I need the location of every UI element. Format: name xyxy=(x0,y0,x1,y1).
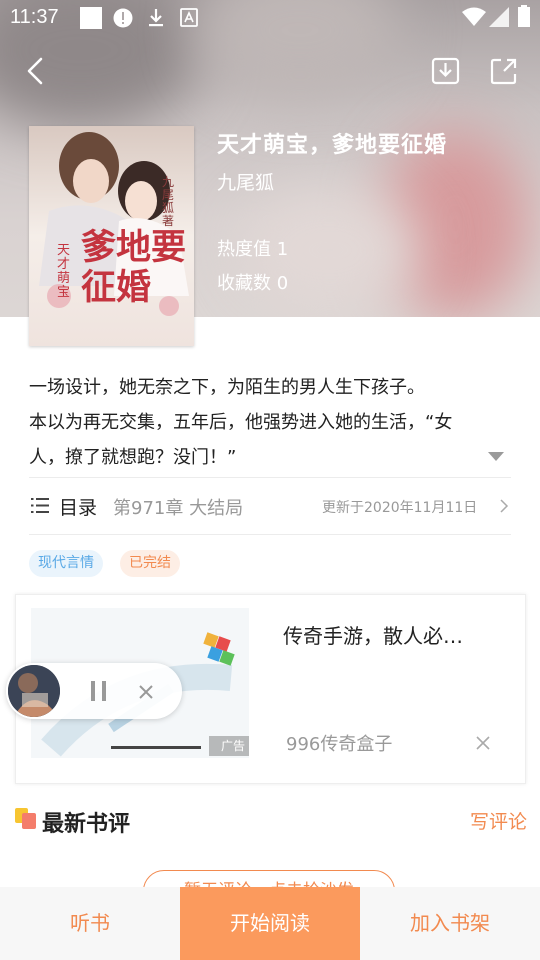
divider xyxy=(29,477,511,478)
tag-genre[interactable]: 现代言情 xyxy=(29,550,103,577)
keyboard-a-icon xyxy=(180,8,198,32)
book-cover-image[interactable]: 天才萌宝 爹地要征婚 九尾狐著 xyxy=(29,126,194,346)
cover-author: 九尾狐著 xyxy=(162,175,175,228)
tag-status[interactable]: 已完结 xyxy=(120,550,180,577)
wifi-icon xyxy=(462,7,486,31)
download-button[interactable] xyxy=(431,56,461,86)
listen-button[interactable]: 听书 xyxy=(0,887,180,960)
chevron-right-icon[interactable] xyxy=(498,498,510,513)
description-line: 本以为再无交集，五年后，他强势进入她的生活，“女 xyxy=(29,412,453,433)
reviews-title: 最新书评 xyxy=(42,812,131,837)
ad-label: 广告 xyxy=(209,736,249,756)
start-reading-button[interactable]: 开始阅读 xyxy=(180,887,360,960)
updated-date: 更新于2020年11月11日 xyxy=(322,500,478,516)
status-time: 11:37 xyxy=(10,6,59,28)
divider xyxy=(29,534,511,535)
latest-chapter[interactable]: 第971章 大结局 xyxy=(113,494,243,520)
close-icon xyxy=(476,736,490,750)
book-author[interactable]: 九尾狐 xyxy=(217,168,274,195)
download-icon xyxy=(431,57,460,85)
share-icon xyxy=(490,58,517,85)
list-icon xyxy=(31,497,49,514)
book-title: 天才萌宝，爹地要征婚 xyxy=(217,133,448,158)
share-button[interactable] xyxy=(489,56,519,86)
reviews-section-icon xyxy=(15,808,37,830)
description-line: 一场设计，她无奈之下，为陌生的男人生下孩子。 xyxy=(29,377,425,398)
floating-audio-player[interactable] xyxy=(6,663,182,719)
favorites-count: 收藏数 0 xyxy=(217,273,289,294)
expand-description-icon[interactable] xyxy=(488,452,504,461)
description-line: 人，撩了就想跑？没门！” xyxy=(29,447,237,468)
close-icon xyxy=(139,685,153,699)
download-status-icon xyxy=(147,8,165,32)
cellular-signal-icon xyxy=(489,7,509,31)
back-button[interactable] xyxy=(22,56,52,86)
ad-title[interactable]: 传奇手游，散人必… xyxy=(283,620,463,649)
ad-source: 996传奇盒子 xyxy=(286,734,393,755)
cover-main-title: 爹地要征婚 xyxy=(81,227,187,308)
cover-small-title: 天才萌宝 xyxy=(57,243,71,300)
heat-value: 热度值 1 xyxy=(217,239,289,260)
toc-button[interactable]: 目录 xyxy=(59,493,97,520)
add-to-shelf-button[interactable]: 加入书架 xyxy=(360,887,540,960)
bottom-action-bar: 听书 开始阅读 加入书架 xyxy=(0,887,540,960)
book-description[interactable]: 一场设计，她无奈之下，为陌生的男人生下孩子。 本以为再无交集，五年后，他强势进入… xyxy=(29,370,484,475)
pause-icon xyxy=(91,681,106,701)
notification-square-icon xyxy=(80,7,102,33)
write-review-button[interactable]: 写评论 xyxy=(470,807,527,834)
player-avatar[interactable] xyxy=(8,665,60,717)
pause-button[interactable] xyxy=(90,681,108,701)
chevron-left-icon xyxy=(27,57,43,85)
status-bar: 11:37 xyxy=(0,0,540,36)
alert-icon xyxy=(113,8,133,32)
ad-close-button[interactable] xyxy=(476,735,490,750)
battery-icon xyxy=(518,5,530,31)
player-close-button[interactable] xyxy=(139,684,153,699)
